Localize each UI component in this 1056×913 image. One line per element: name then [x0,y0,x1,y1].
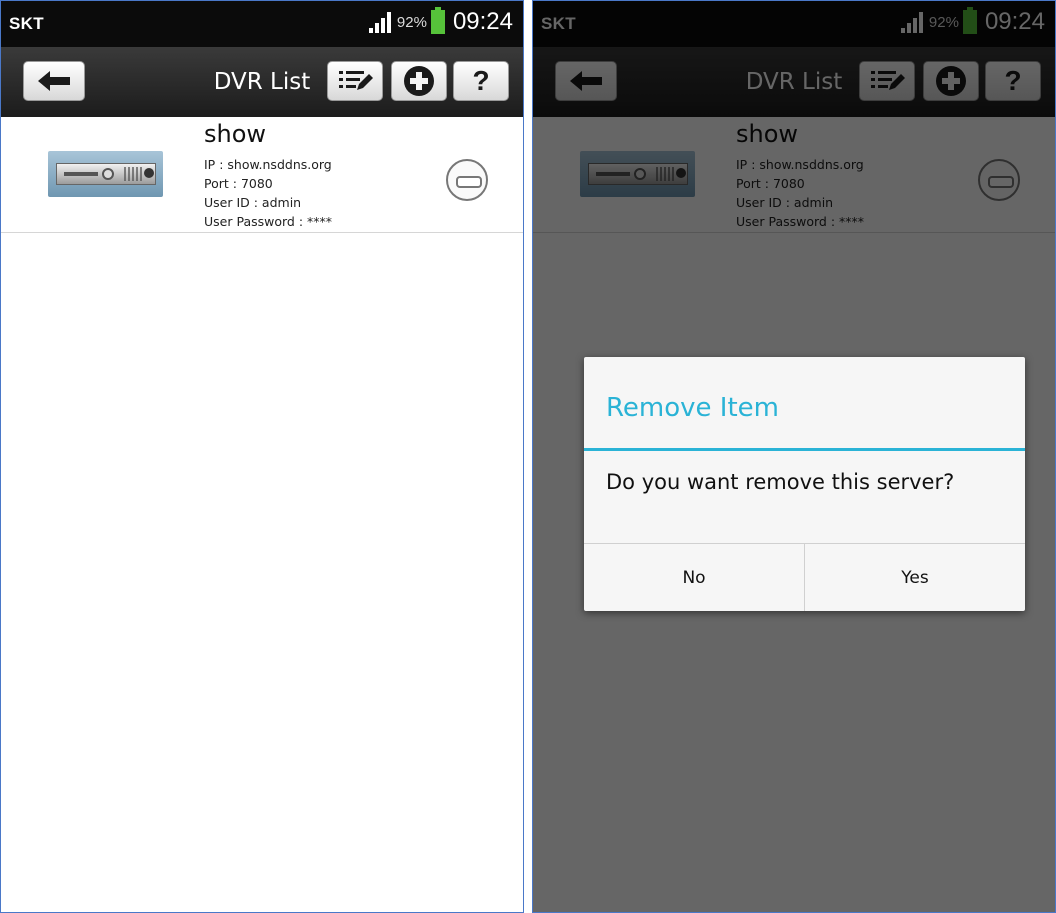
remove-circle-icon[interactable] [446,159,488,201]
add-dvr-button[interactable] [391,61,447,101]
dvr-user-password: User Password : **** [204,214,333,229]
battery-icon [430,7,445,34]
yes-button[interactable]: Yes [805,544,1025,611]
phone-screen-list: SKT 92% 09:24 DVR List ? show IP: show.… [0,0,524,913]
signal-icon [367,11,393,33]
dialog-divider [584,448,1025,451]
help-icon: ? [472,65,490,96]
dvr-list-item[interactable]: show IP : show.nsddns.org Port : 7080 Us… [1,117,523,233]
action-bar: DVR List ? [1,47,523,117]
dvr-device-icon [48,151,163,197]
dialog-message: Do you want remove this server? [606,470,955,494]
help-button[interactable]: ? [453,61,509,101]
remove-item-dialog: Remove Item Do you want remove this serv… [584,357,1025,611]
status-bar: SKT 92% 09:24 [1,1,523,47]
clock: 09:24 [452,8,513,35]
edit-list-button[interactable] [327,61,383,101]
dvr-port: Port : 7080 [204,176,273,191]
no-button[interactable]: No [584,544,805,611]
dvr-ip: IP : show.nsddns.org [204,157,332,172]
phone-screen-dialog: SKT 92% 09:24 DVR List [532,0,1056,913]
battery-percent: 92% [396,13,427,31]
dvr-user-id: User ID : admin [204,195,302,210]
add-circle-icon [404,66,434,96]
status-indicators: 92% 09:24 [367,7,513,37]
carrier-label: SKT [9,14,44,33]
edit-list-icon [339,71,373,90]
dialog-buttons: No Yes [584,543,1025,611]
dvr-name: show [204,120,267,148]
dialog-title: Remove Item [606,393,779,423]
